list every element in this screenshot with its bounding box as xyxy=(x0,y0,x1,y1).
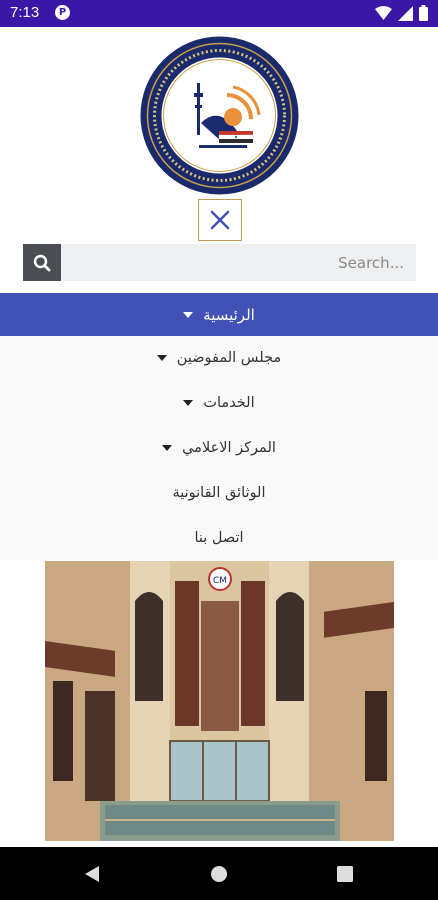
menu-item-contact-us[interactable]: اتصل بنا xyxy=(0,515,438,560)
status-time: 7:13 xyxy=(10,4,40,21)
menu-item-media-center[interactable]: المركز الاعلامي xyxy=(0,426,438,471)
search-bar xyxy=(23,244,416,281)
building-photo: CM xyxy=(45,561,394,841)
search-icon xyxy=(33,254,51,271)
menu-item-label: اتصل بنا xyxy=(194,529,244,546)
chevron-down-icon xyxy=(183,311,194,318)
commission-logo xyxy=(139,35,300,196)
signal-icon xyxy=(398,5,413,21)
home-icon[interactable] xyxy=(210,865,228,883)
menu-item-legal-documents[interactable]: الوثائق القانونية xyxy=(0,470,438,515)
svg-text:CM: CM xyxy=(213,576,227,586)
menu-item-label: مجلس المفوضين xyxy=(176,350,282,367)
menu-item-label: الوثائق القانونية xyxy=(172,484,266,501)
chevron-down-icon xyxy=(156,355,167,362)
search-input[interactable] xyxy=(61,244,416,281)
recents-icon[interactable] xyxy=(337,866,353,882)
chevron-down-icon xyxy=(162,444,173,451)
status-icons xyxy=(375,5,428,21)
menu-item-services[interactable]: الخدمات xyxy=(0,381,438,426)
menu-item-commissioners-board[interactable]: مجلس المفوضين xyxy=(0,336,438,381)
nav-menu: مجلس المفوضين الخدمات المركز الاعلامي ال… xyxy=(0,336,438,560)
wifi-icon xyxy=(375,6,392,20)
system-nav-bar xyxy=(0,847,438,900)
menu-item-label: المركز الاعلامي xyxy=(182,439,276,456)
search-button[interactable] xyxy=(23,244,61,281)
menu-item-label: الخدمات xyxy=(203,395,255,412)
menu-item-home[interactable]: الرئيسية xyxy=(0,293,438,336)
close-button[interactable] xyxy=(198,199,242,241)
menu-item-label: الرئيسية xyxy=(203,305,255,324)
chevron-down-icon xyxy=(183,400,194,407)
close-icon xyxy=(210,210,230,230)
status-bar: 7:13 P xyxy=(0,0,438,27)
back-icon[interactable] xyxy=(84,865,100,883)
battery-icon xyxy=(419,5,428,21)
p-icon: P xyxy=(55,5,70,20)
